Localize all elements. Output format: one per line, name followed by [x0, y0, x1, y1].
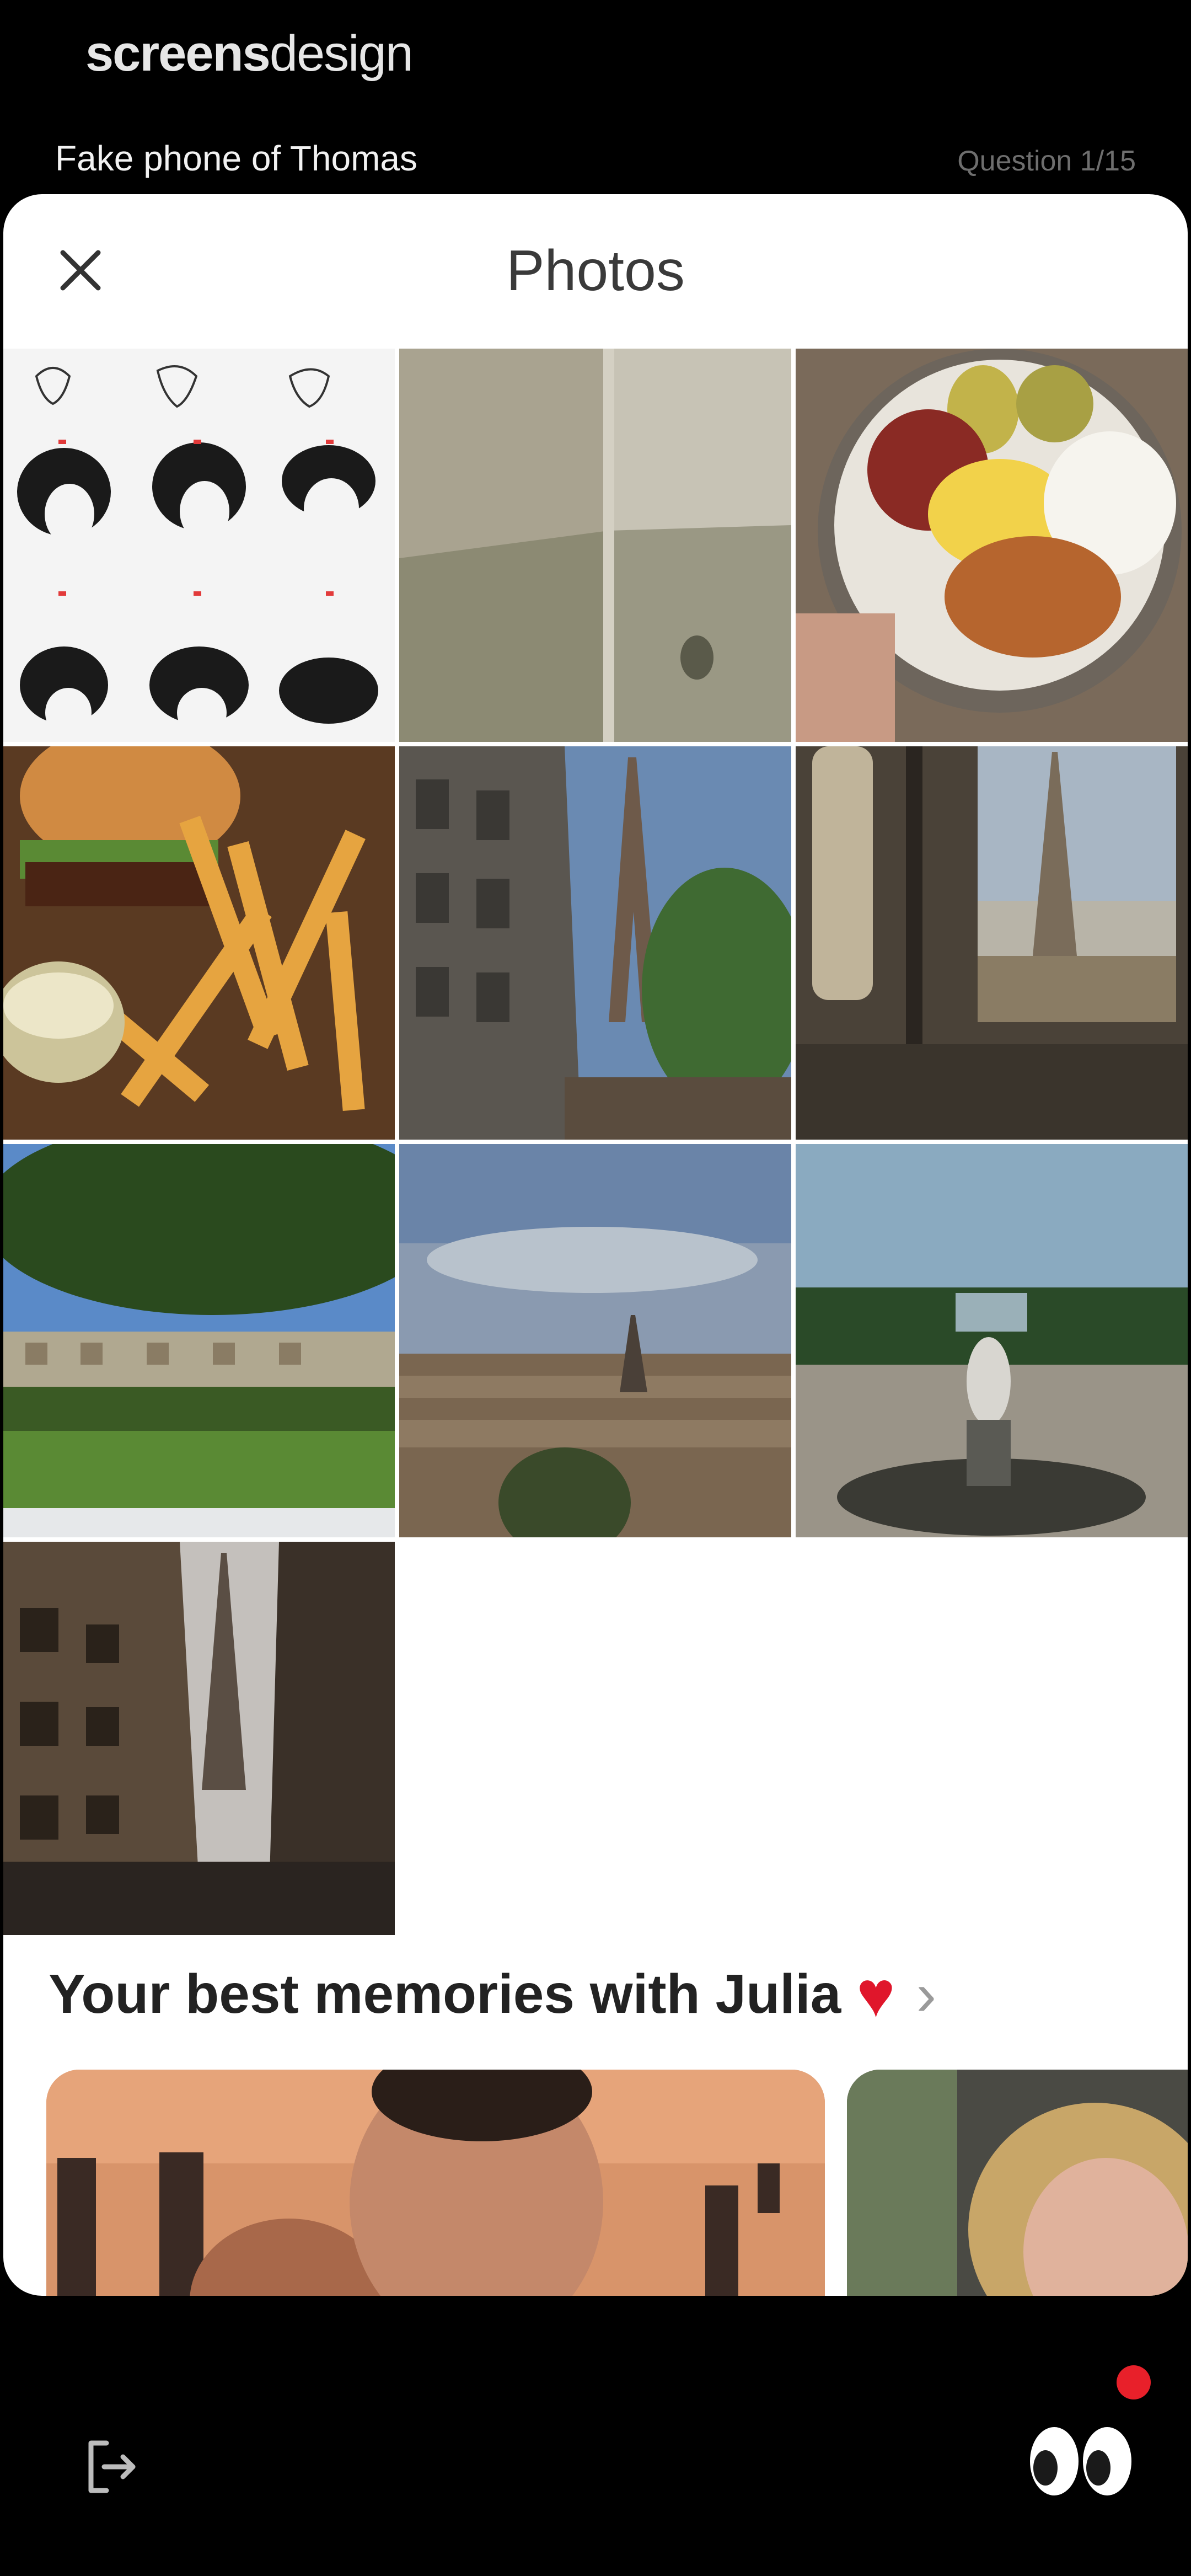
memory-card-beach[interactable] [46, 2070, 825, 2296]
photo-eiffel-avenue[interactable] [3, 1542, 395, 1935]
photo-room-corner[interactable] [399, 349, 791, 742]
memory-card-car[interactable] [847, 2070, 1188, 2296]
photo-grid [3, 349, 1188, 1935]
sheet-header: Photos [3, 194, 1188, 349]
brand-logo: screensdesign [85, 25, 414, 83]
photo-versailles-fountain[interactable] [796, 1144, 1188, 1537]
memories-section-title[interactable]: Your best memories with Julia ♥ › [49, 1959, 936, 2029]
photo-eiffel-train-window[interactable] [796, 746, 1188, 1140]
question-counter: Question 1/15 [957, 145, 1136, 177]
memories-carousel[interactable] [46, 2070, 1188, 2296]
sheet-title: Photos [506, 239, 685, 303]
bottom-bar [0, 2296, 1191, 2576]
brand-light: design [269, 25, 414, 82]
eyes-icon [1030, 2427, 1131, 2495]
photos-sheet: Photos Your best memories with Julia ♥ › [3, 194, 1188, 2296]
photo-park-square[interactable] [3, 1144, 395, 1537]
notification-badge [1117, 2365, 1151, 2399]
photo-burger-fries[interactable] [3, 746, 395, 1140]
heart-icon: ♥ [856, 1958, 895, 2031]
photo-eiffel-street[interactable] [399, 746, 791, 1140]
memories-title-text: Your best memories with Julia [49, 1963, 841, 2025]
brand-bold: screens [85, 25, 271, 82]
device-name: Fake phone of Thomas [55, 138, 417, 178]
photo-hairstyle-chart[interactable] [3, 349, 395, 742]
top-bar: screensdesign Fake phone of Thomas Quest… [0, 0, 1191, 199]
logout-button[interactable] [77, 2434, 143, 2500]
logout-icon [88, 2440, 136, 2493]
eyes-button[interactable] [1026, 2412, 1136, 2500]
chevron-right-icon: › [916, 1960, 937, 2028]
photo-breakfast-plate[interactable] [796, 349, 1188, 742]
photo-paris-skyline[interactable] [399, 1144, 791, 1537]
